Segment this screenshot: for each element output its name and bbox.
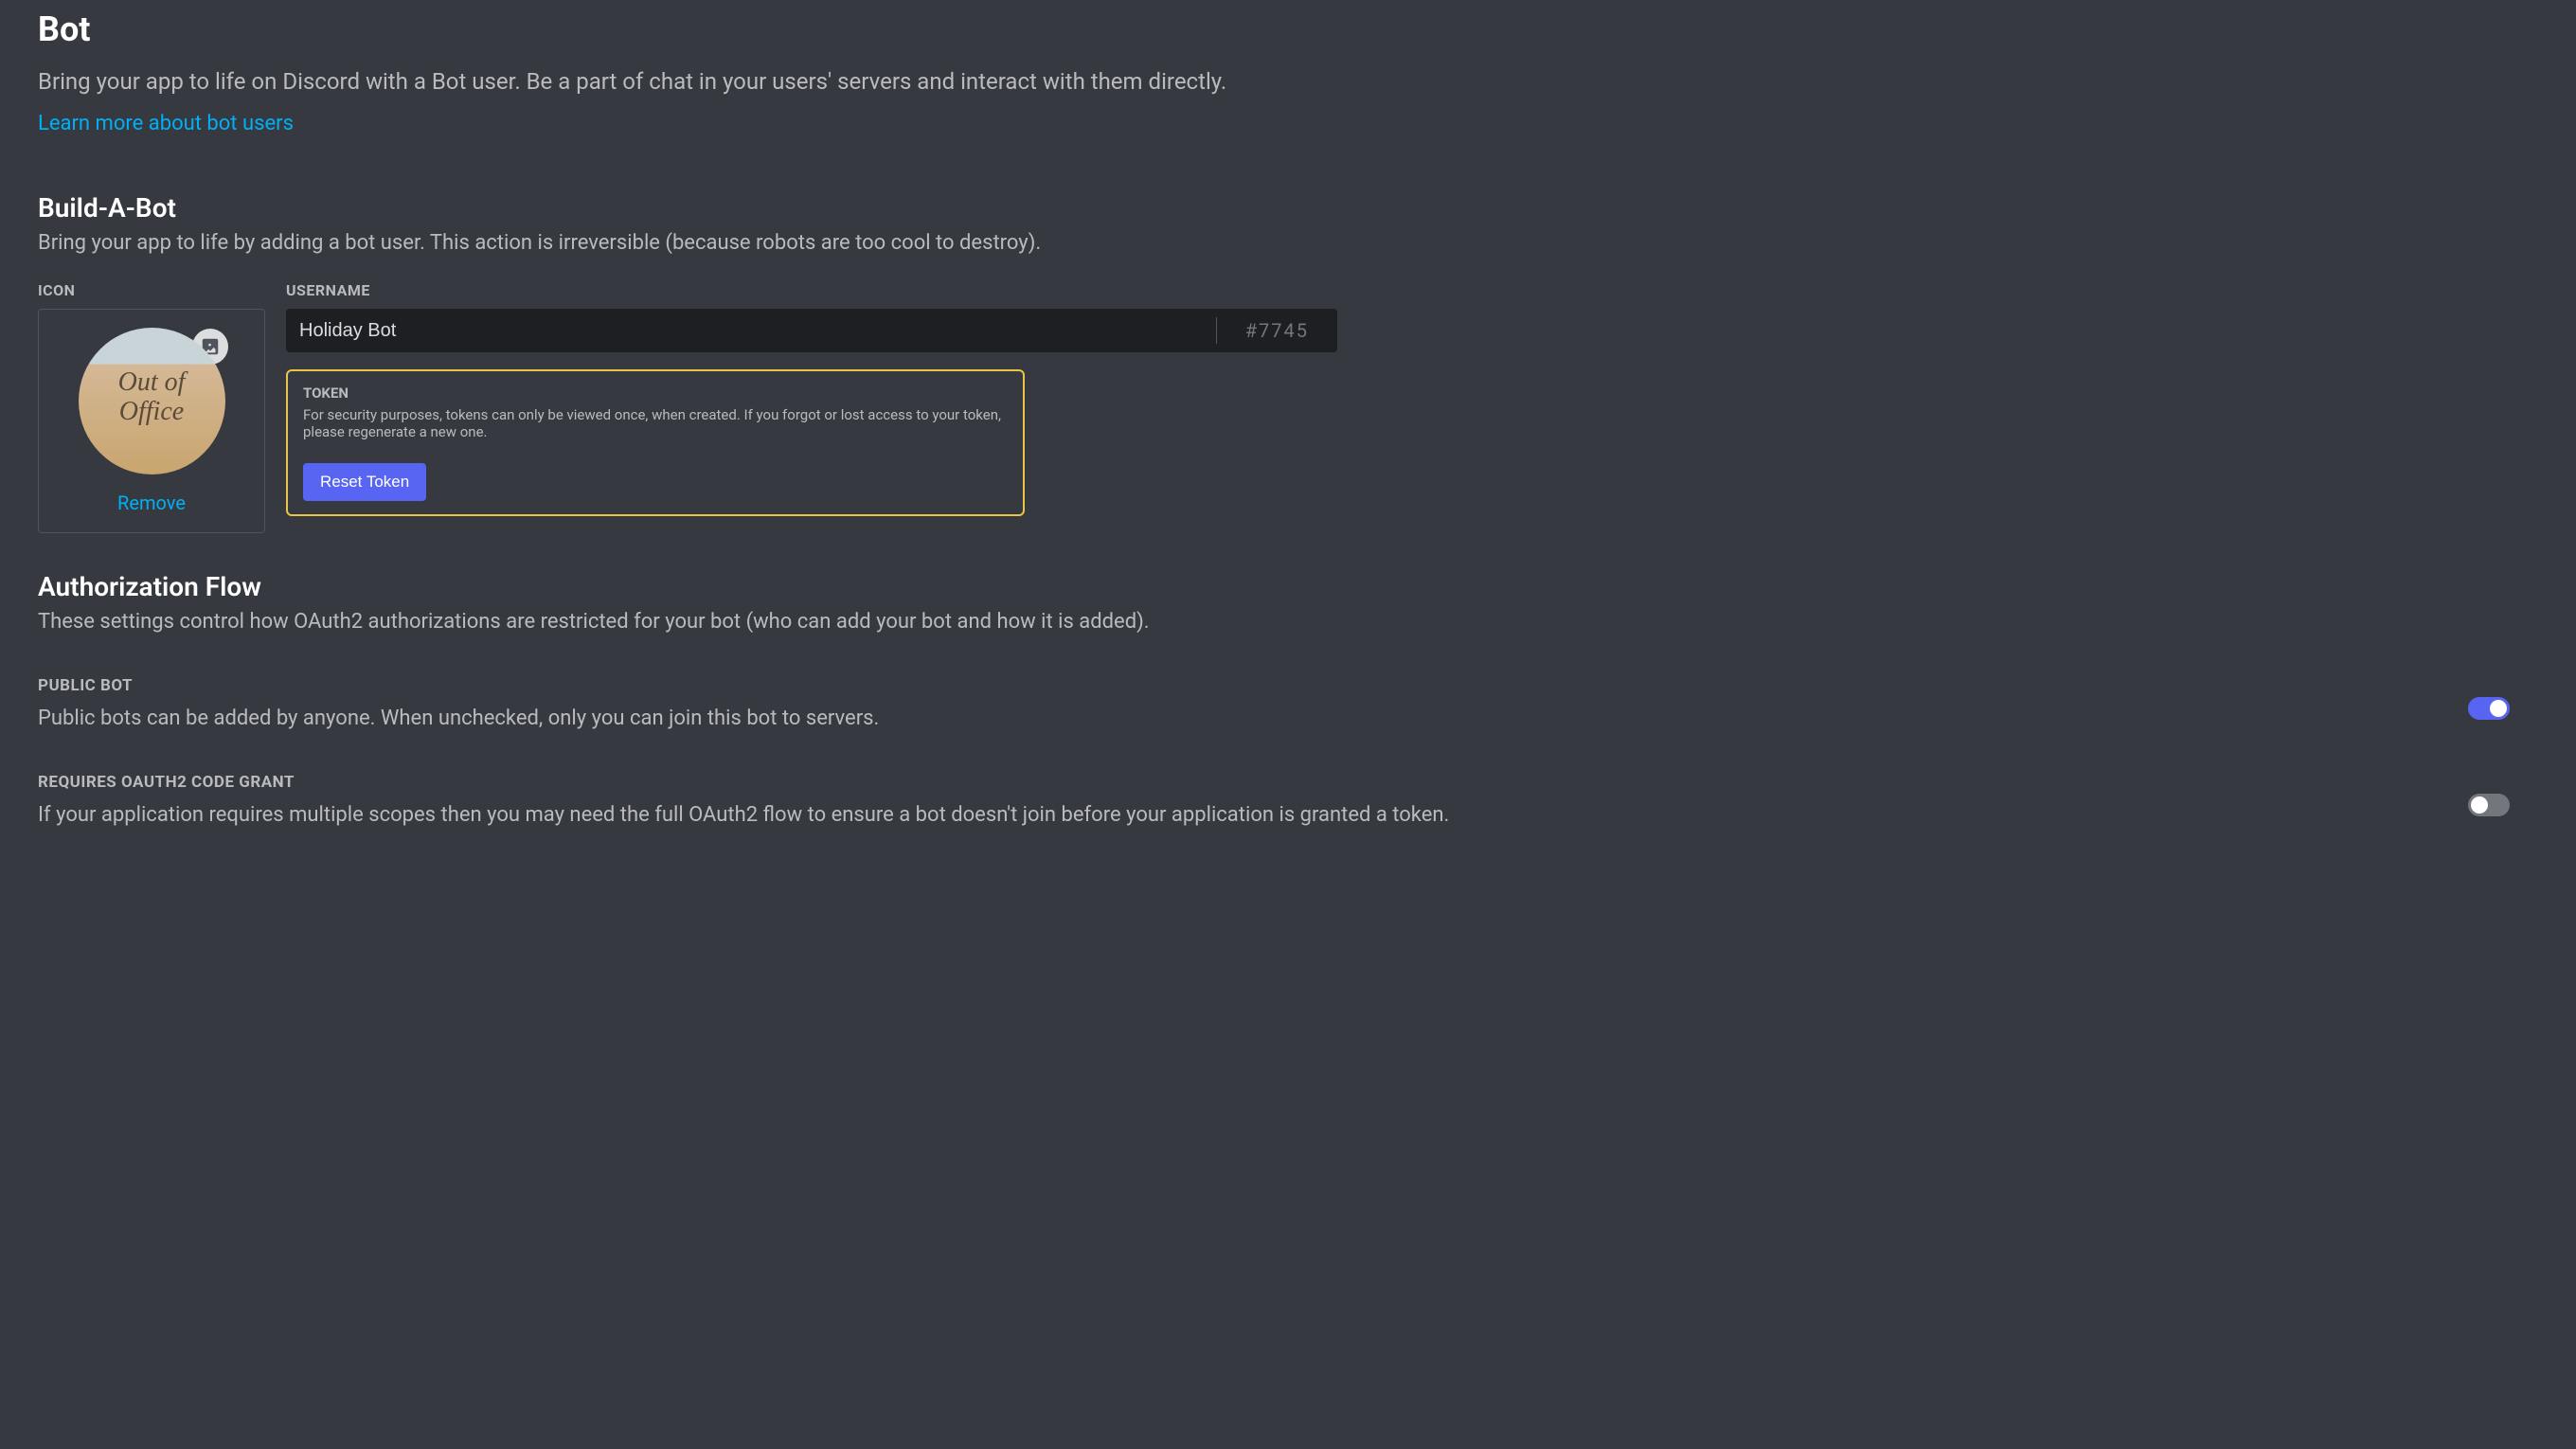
auth-flow-title: Authorization Flow xyxy=(38,571,2538,602)
public-bot-toggle[interactable] xyxy=(2468,697,2510,720)
build-bot-description: Bring your app to life by adding a bot u… xyxy=(38,231,2538,255)
username-input-wrapper: #7745 xyxy=(286,309,1337,352)
token-description: For security purposes, tokens can only b… xyxy=(303,406,1008,440)
oauth-grant-description: If your application requires multiple sc… xyxy=(38,803,2468,827)
page-subtitle: Bring your app to life on Discord with a… xyxy=(38,68,2538,95)
token-label: TOKEN xyxy=(303,385,1008,402)
oauth-grant-heading: REQUIRES OAUTH2 CODE GRANT xyxy=(38,773,2468,792)
icon-label: ICON xyxy=(38,281,265,299)
token-box: TOKEN For security purposes, tokens can … xyxy=(286,369,1025,516)
page-title: Bot xyxy=(38,9,2538,49)
public-bot-heading: PUBLIC BOT xyxy=(38,676,2468,695)
toggle-knob xyxy=(2490,700,2507,717)
username-input[interactable] xyxy=(286,309,1216,352)
auth-flow-description: These settings control how OAuth2 author… xyxy=(38,610,2538,634)
avatar: Out of Office xyxy=(79,328,225,474)
icon-upload-box[interactable]: Out of Office Remove xyxy=(38,309,265,533)
learn-more-link[interactable]: Learn more about bot users xyxy=(38,112,294,135)
reset-token-button[interactable]: Reset Token xyxy=(303,463,426,501)
toggle-knob xyxy=(2471,796,2488,814)
discriminator: #7745 xyxy=(1217,319,1337,342)
build-bot-title: Build-A-Bot xyxy=(38,192,2538,224)
public-bot-description: Public bots can be added by anyone. When… xyxy=(38,707,2468,730)
oauth-grant-toggle[interactable] xyxy=(2468,794,2510,816)
username-label: USERNAME xyxy=(286,281,1337,299)
avatar-text: Out of Office xyxy=(115,369,188,428)
remove-icon-link[interactable]: Remove xyxy=(117,492,186,514)
